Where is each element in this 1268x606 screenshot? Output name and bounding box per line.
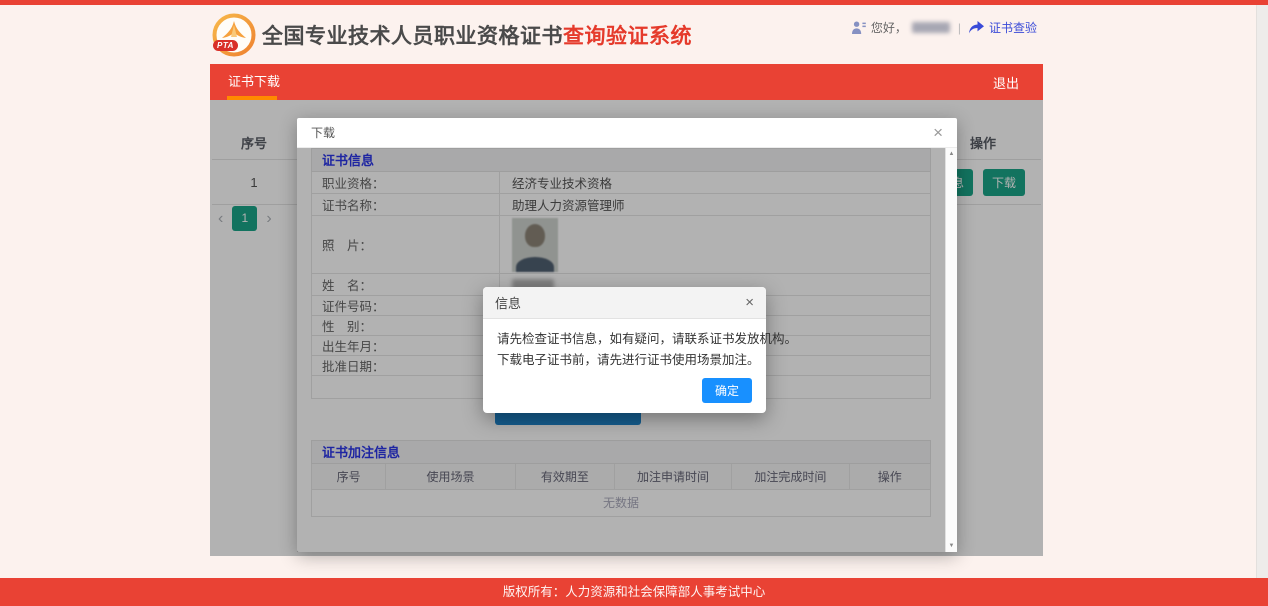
user-bar: 您好， | 证书查验: [852, 19, 1037, 36]
page-title: 全国专业技术人员职业资格证书查询验证系统: [262, 20, 692, 50]
pta-logo-icon: PTA: [212, 13, 256, 57]
footer: 版权所有：人力资源和社会保障部人事考试中心: [0, 578, 1268, 606]
modal-scrollbar[interactable]: ▲ ▼: [945, 148, 957, 552]
confirm-button[interactable]: 确定: [702, 378, 752, 403]
scroll-down-arrow-icon[interactable]: ▼: [946, 543, 957, 549]
certificate-verify-link[interactable]: 证书查验: [989, 19, 1037, 36]
dialog-message-line2: 下载电子证书前，请先进行证书使用场景加注。: [497, 350, 752, 371]
page-scrollbar[interactable]: [1256, 5, 1268, 578]
user-icon: [852, 21, 866, 34]
download-modal-title: 下载: [311, 124, 335, 141]
info-dialog-header: 信息 ×: [483, 287, 766, 319]
info-dialog-body: 请先检查证书信息，如有疑问，请联系证书发放机构。 下载电子证书前，请先进行证书使…: [483, 319, 766, 371]
brand: PTA 全国专业技术人员职业资格证书查询验证系统: [212, 13, 692, 57]
scroll-up-arrow-icon[interactable]: ▲: [946, 151, 957, 157]
dialog-message-line1: 请先检查证书信息，如有疑问，请联系证书发放机构。: [497, 329, 752, 350]
navbar: 证书下载 退出: [210, 64, 1043, 100]
share-arrow-icon: [969, 21, 984, 34]
title-accent: 查询验证系统: [563, 25, 692, 48]
info-dialog-close-icon[interactable]: ×: [745, 295, 754, 310]
copyright-text: 版权所有：人力资源和社会保障部人事考试中心: [503, 585, 766, 599]
tab-certificate-download[interactable]: 证书下载: [210, 64, 298, 100]
redacted-username: [912, 22, 950, 33]
site-header: PTA 全国专业技术人员职业资格证书查询验证系统 您好， | 证书查验: [210, 5, 1043, 64]
logout-button[interactable]: 退出: [993, 73, 1019, 92]
tab-label: 证书下载: [228, 74, 280, 89]
greeting-text: 您好，: [871, 19, 907, 36]
title-main: 全国专业技术人员职业资格证书: [262, 25, 563, 48]
download-modal-header: 下载 ×: [297, 118, 957, 148]
info-dialog-title: 信息: [495, 293, 521, 312]
download-modal-close-icon[interactable]: ×: [933, 124, 943, 141]
separator: |: [958, 21, 961, 35]
info-dialog: 信息 × 请先检查证书信息，如有疑问，请联系证书发放机构。 下载电子证书前，请先…: [483, 287, 766, 413]
logo-pta-badge: PTA: [213, 40, 238, 51]
page-container: PTA 全国专业技术人员职业资格证书查询验证系统 您好， | 证书查验 证书下载: [210, 5, 1043, 556]
